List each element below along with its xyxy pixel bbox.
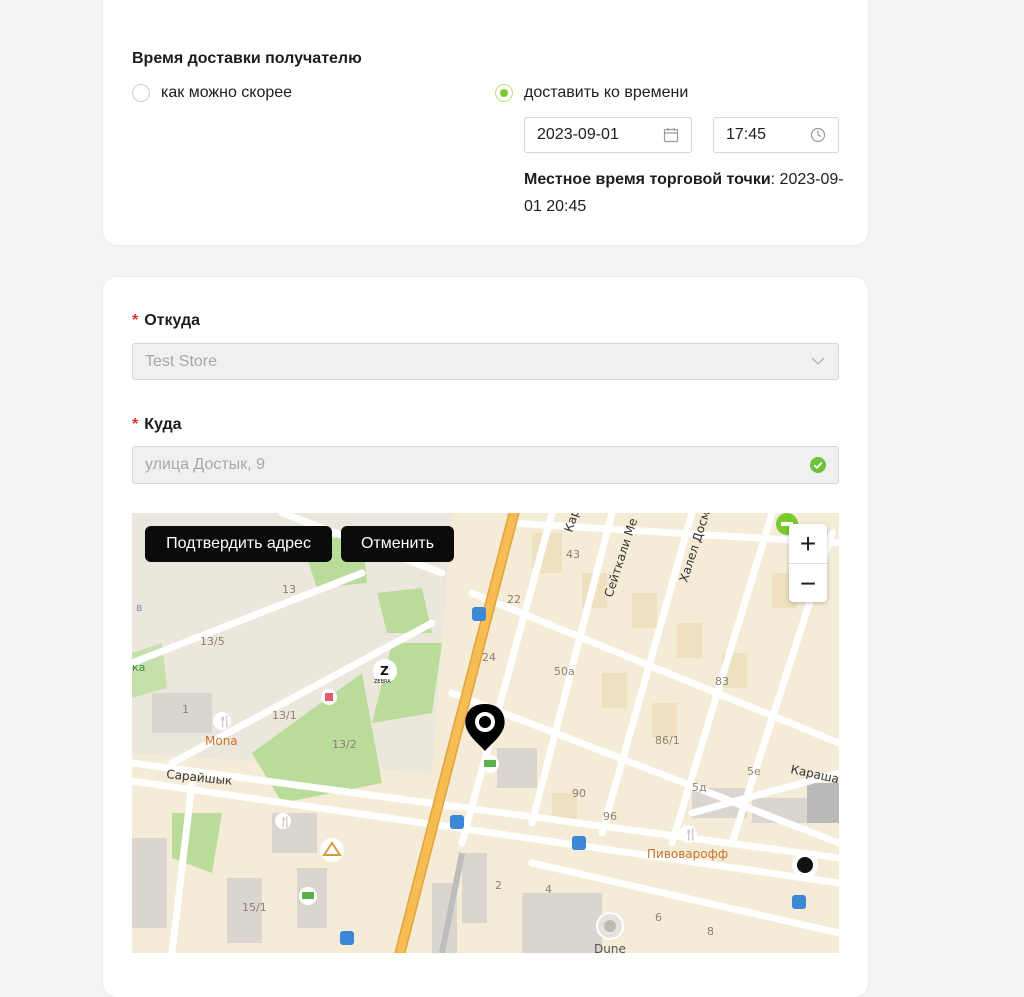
map-label-83: 83: [715, 675, 729, 688]
poi-pivovaroff-label: Пивоварофф: [647, 847, 728, 861]
radio-asap[interactable]: как можно скорее: [132, 84, 292, 102]
to-label-text: Куда: [144, 416, 182, 433]
confirm-address-button[interactable]: Подтвердить адрес: [145, 526, 332, 562]
from-label: * Откуда: [132, 312, 200, 330]
required-mark: *: [132, 312, 139, 329]
required-mark: *: [132, 416, 139, 433]
to-address-value: улица Достык, 9: [145, 456, 265, 473]
clock-icon: [810, 127, 826, 143]
map-label-15-1: 15/1: [242, 901, 267, 914]
from-label-text: Откуда: [144, 312, 201, 329]
map-canvas[interactable]: 13 13/5 1 13/1 13/2 22 24 43 50а 83 86/1…: [132, 513, 839, 953]
time-picker-input[interactable]: 17:45: [713, 117, 839, 153]
map-label-90: 90: [572, 787, 586, 800]
map-label-86-1: 86/1: [655, 734, 680, 747]
shop-icon: [320, 838, 344, 862]
barber-icon: [792, 852, 818, 878]
map-label-1: 1: [182, 703, 189, 716]
map-label-5e: 5е: [747, 765, 761, 778]
zoom-out-button[interactable]: −: [789, 563, 827, 603]
radio-asap-label: как можно скорее: [161, 84, 293, 101]
map-label-13-2: 13/2: [332, 738, 357, 751]
map-label-ka: ка: [132, 661, 145, 674]
from-select[interactable]: Test Store: [132, 343, 839, 380]
poi-zebra-label: ZEBRA: [374, 679, 391, 685]
map-label-24: 24: [482, 651, 496, 664]
radio-scheduled[interactable]: доставить ко времени: [495, 84, 688, 102]
map-label-13-1: 13/1: [272, 709, 297, 722]
map-label-5d: 5д: [692, 781, 707, 794]
map-view[interactable]: 13 13/5 1 13/1 13/2 22 24 43 50а 83 86/1…: [132, 513, 839, 953]
zoom-in-button[interactable]: +: [789, 524, 827, 563]
local-time-info: Местное время торговой точки: 2023-09-01…: [524, 166, 844, 220]
delivery-time-title: Время доставки получателю: [132, 50, 362, 67]
zoom-control: + −: [789, 524, 827, 602]
from-select-value: Test Store: [145, 352, 218, 370]
map-label-v: в: [136, 601, 142, 614]
date-value: 2023-09-01: [537, 126, 619, 143]
radio-scheduled-circle[interactable]: [495, 84, 513, 102]
time-value: 17:45: [726, 126, 767, 143]
hospital-icon: [321, 689, 337, 705]
to-label: * Куда: [132, 416, 182, 434]
check-circle-icon: [810, 457, 826, 473]
cancel-button[interactable]: Отменить: [341, 526, 454, 562]
date-picker-input[interactable]: 2023-09-01: [524, 117, 692, 153]
svg-text:🍴: 🍴: [218, 715, 232, 728]
radio-asap-circle[interactable]: [132, 84, 150, 102]
map-label-13: 13: [282, 583, 296, 596]
svg-text:🍴: 🍴: [279, 815, 291, 828]
poi-mona-label: Mona: [205, 734, 238, 748]
delivery-time-card: Время доставки получателю как можно скор…: [103, 0, 868, 245]
poi-dune-label: Dune: [594, 942, 626, 953]
chevron-down-icon: [811, 357, 825, 365]
to-address-input[interactable]: улица Достык, 9: [132, 446, 839, 484]
local-time-label: Местное время торговой точки: [524, 171, 771, 188]
map-label-2: 2: [495, 879, 502, 892]
map-label-13-5: 13/5: [200, 635, 225, 648]
radio-scheduled-label: доставить ко времени: [524, 84, 689, 101]
svg-text:Z: Z: [380, 664, 389, 678]
map-label-96: 96: [603, 810, 617, 823]
map-label-50a: 50а: [554, 665, 575, 678]
poi-dune[interactable]: Dune: [594, 912, 626, 953]
map-label-4: 4: [545, 883, 552, 896]
map-label-6: 6: [655, 911, 662, 924]
map-label-43: 43: [566, 548, 580, 561]
calendar-icon: [663, 128, 679, 143]
svg-text:🍴: 🍴: [684, 828, 698, 841]
map-label-22: 22: [507, 593, 521, 606]
address-card: * Откуда Test Store * Куда улица Достык, 9: [103, 277, 868, 997]
map-label-8: 8: [707, 925, 714, 938]
